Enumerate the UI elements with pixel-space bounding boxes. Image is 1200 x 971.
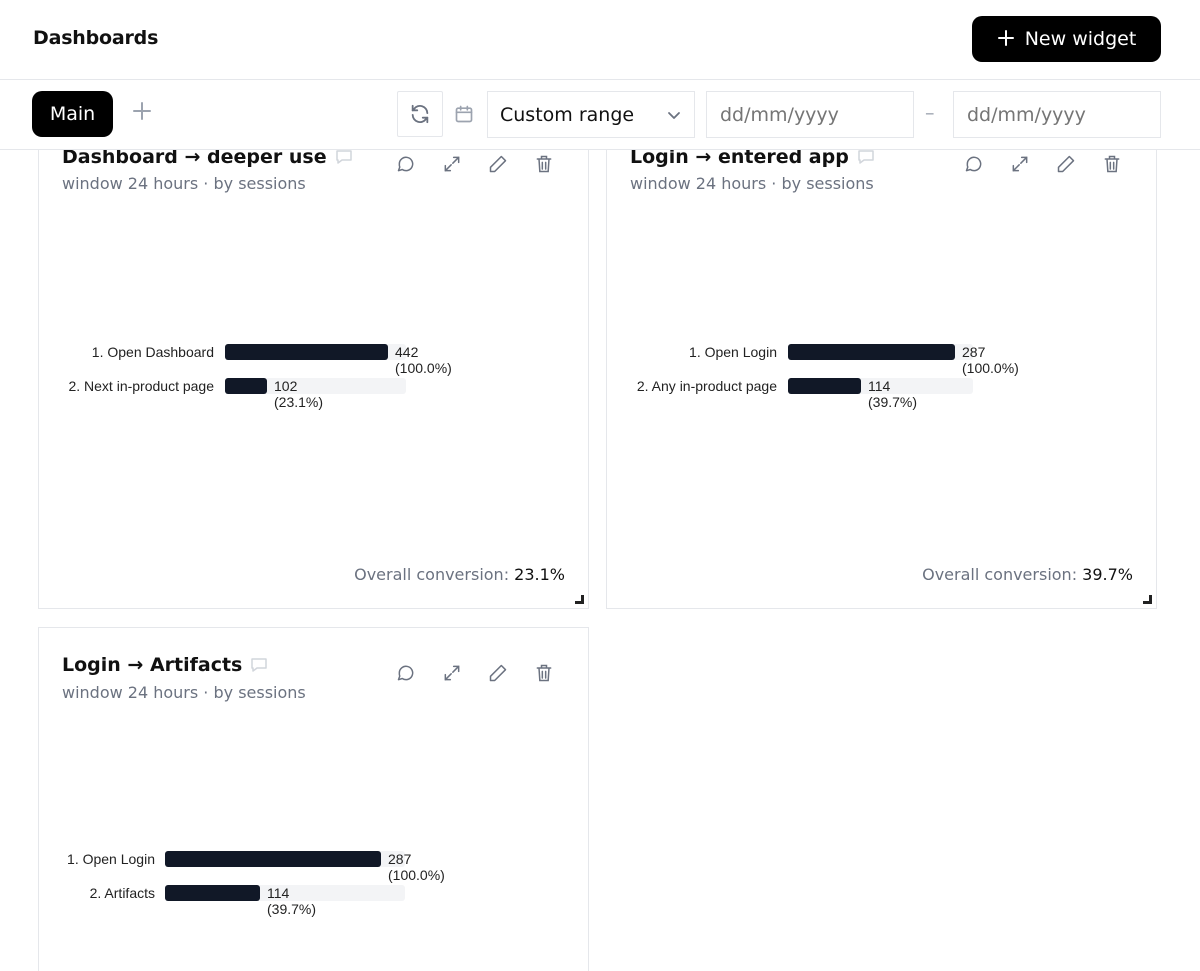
calendar-icon: [454, 104, 474, 124]
overall-conversion-value: 23.1%: [514, 565, 565, 584]
page-title: Dashboards: [33, 27, 159, 49]
top-bar: Dashboards New widget: [0, 0, 1200, 80]
edit-icon[interactable]: [488, 154, 508, 174]
funnel-step-label: 1. Open Login: [689, 344, 777, 360]
resize-handle-icon[interactable]: [1143, 595, 1152, 604]
funnel-step-label: 2. Artifacts: [89, 885, 155, 901]
widget-subtitle: window 24 hours · by sessions: [62, 683, 306, 702]
new-widget-button[interactable]: New widget: [972, 16, 1161, 62]
dashboard-toolbar: Main Custom range –: [0, 80, 1200, 150]
comment-icon: [251, 658, 268, 672]
funnel-step-value: 102 (23.1%): [274, 378, 324, 410]
funnel-bar: [788, 344, 955, 360]
comment-icon[interactable]: [396, 663, 416, 683]
date-range-value: Custom range: [500, 103, 635, 126]
comment-icon: [335, 150, 352, 164]
overall-conversion: Overall conversion: 39.7%: [922, 565, 1133, 584]
resize-handle-icon[interactable]: [575, 595, 584, 604]
overall-conversion-label: Overall conversion:: [922, 565, 1078, 584]
edit-icon[interactable]: [488, 663, 508, 683]
funnel-step-value: 287 (100.0%): [388, 851, 445, 883]
funnel-bar: [788, 378, 861, 394]
funnel-bar: [165, 851, 381, 867]
tab-main[interactable]: Main: [32, 91, 113, 137]
date-separator: –: [925, 102, 935, 124]
date-from-input[interactable]: [706, 91, 914, 138]
widget-card: Login → entered app window 24 hours · by…: [606, 130, 1157, 609]
comment-icon[interactable]: [396, 154, 416, 174]
funnel-step-label: 2. Any in-product page: [636, 378, 777, 394]
funnel-step-value: 114 (39.7%): [267, 885, 317, 917]
widget-card: Login → Artifacts window 24 hours · by s…: [38, 627, 589, 971]
refresh-button[interactable]: [397, 91, 443, 137]
trash-icon[interactable]: [534, 154, 554, 174]
funnel-bar: [225, 344, 388, 360]
funnel-step-value: 114 (39.7%): [868, 378, 918, 410]
new-widget-label: New widget: [1024, 28, 1137, 50]
plus-icon: [133, 102, 151, 120]
funnel-step-label: 1. Open Dashboard: [91, 344, 214, 360]
overall-conversion-value: 39.7%: [1082, 565, 1133, 584]
expand-icon[interactable]: [1010, 154, 1030, 174]
refresh-icon: [411, 104, 429, 124]
funnel-step-value: 442 (100.0%): [395, 344, 452, 376]
add-tab-button[interactable]: [130, 101, 154, 125]
overall-conversion-label: Overall conversion:: [354, 565, 510, 584]
expand-icon[interactable]: [442, 154, 462, 174]
edit-icon[interactable]: [1056, 154, 1076, 174]
comment-icon: [858, 150, 874, 164]
widget-subtitle: window 24 hours · by sessions: [630, 174, 874, 193]
expand-icon[interactable]: [442, 663, 462, 683]
comment-icon[interactable]: [964, 154, 984, 174]
plus-icon: [997, 27, 1015, 51]
widget-title: Login → Artifacts: [62, 654, 268, 676]
chevron-down-icon: [668, 111, 680, 119]
date-to-input[interactable]: [953, 91, 1161, 138]
date-range-select[interactable]: Custom range: [487, 91, 695, 138]
trash-icon[interactable]: [534, 663, 554, 683]
funnel-bar: [165, 885, 260, 901]
widget-card: Dashboard → deeper use window 24 hours ·…: [38, 130, 589, 609]
widget-title-text: Login → Artifacts: [62, 654, 243, 676]
funnel-bar: [225, 378, 267, 394]
widget-subtitle: window 24 hours · by sessions: [62, 174, 306, 193]
funnel-step-label: 2. Next in-product page: [68, 378, 214, 394]
overall-conversion: Overall conversion: 23.1%: [354, 565, 565, 584]
funnel-step-value: 287 (100.0%): [962, 344, 1019, 376]
funnel-step-label: 1. Open Login: [67, 851, 155, 867]
trash-icon[interactable]: [1102, 154, 1122, 174]
